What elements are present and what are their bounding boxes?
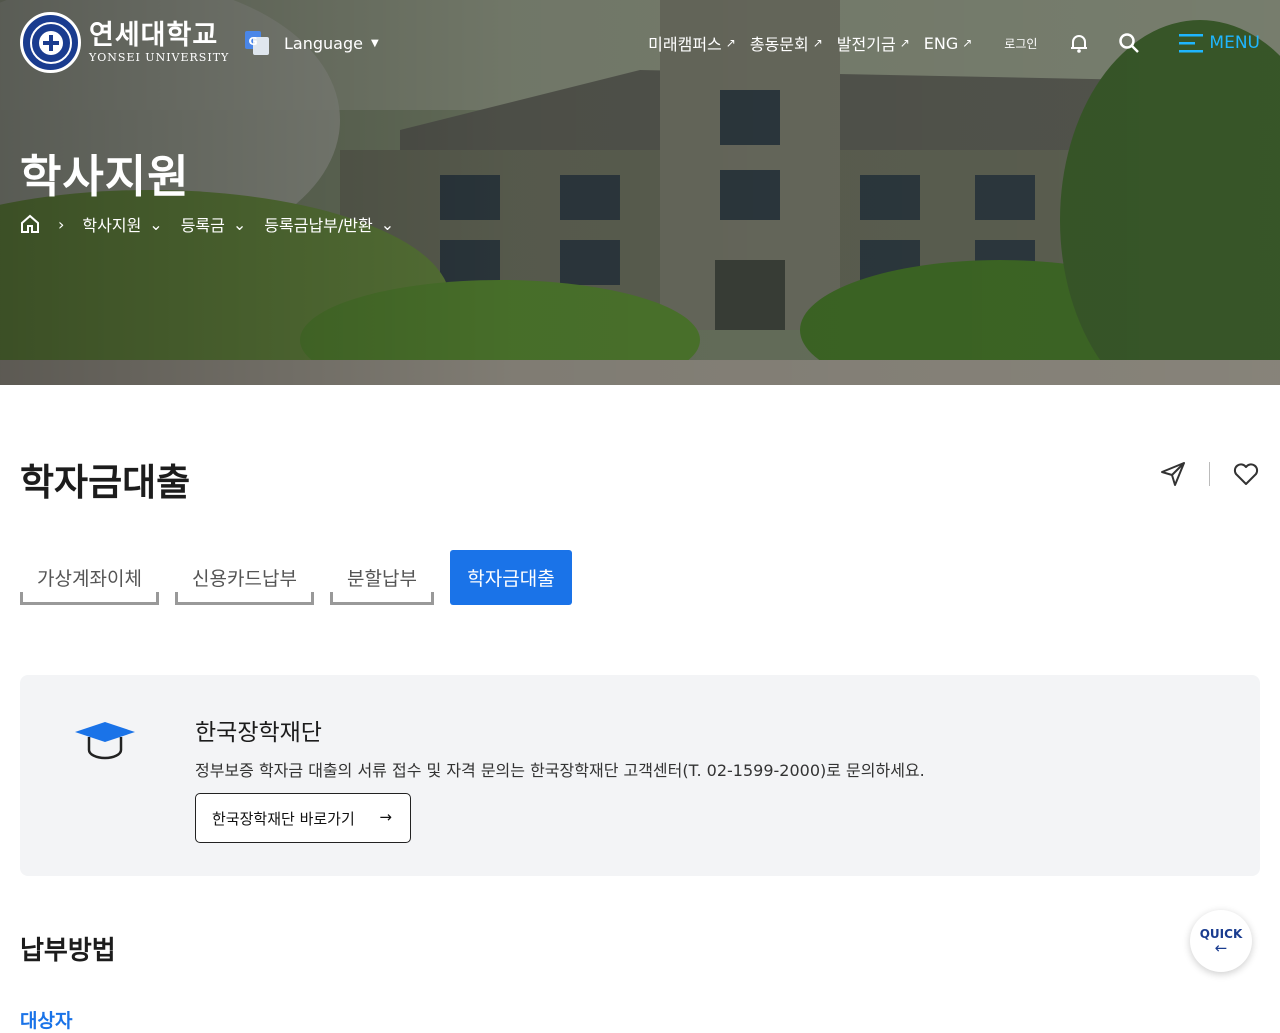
- hamburger-icon: [1179, 34, 1204, 53]
- link-label: 발전기금: [836, 35, 896, 54]
- login-link[interactable]: 로그인: [1004, 35, 1037, 52]
- chevron-right-icon: ›: [58, 214, 65, 234]
- menu-button[interactable]: MENU: [1179, 33, 1260, 53]
- tab-student-loan[interactable]: 학자금대출: [450, 550, 572, 605]
- tab-installment[interactable]: 분할납부: [330, 550, 434, 605]
- hero-banner: 연세대학교 YONSEI UNIVERSITY G Language ▼ 미래캠…: [0, 0, 1280, 385]
- page-actions: [1159, 460, 1260, 488]
- external-arrow-icon: ↗: [962, 36, 973, 50]
- link-development-fund[interactable]: 발전기금 ↗: [837, 31, 910, 55]
- payment-method-heading: 납부방법: [20, 936, 116, 966]
- logo-english-text: YONSEI UNIVERSITY: [89, 50, 230, 64]
- arrow-right-icon: →: [379, 808, 392, 826]
- tab-bar: 가상계좌이체 신용카드납부 분할납부 학자금대출: [20, 550, 588, 605]
- link-label: 미래캠퍼스: [648, 35, 722, 54]
- favorite-heart-icon[interactable]: [1232, 460, 1260, 488]
- kosaf-link-button[interactable]: 한국장학재단 바로가기 →: [195, 793, 411, 843]
- menu-label: MENU: [1209, 33, 1260, 53]
- link-alumni[interactable]: 총동문회 ↗: [750, 31, 823, 55]
- language-label: Language: [284, 33, 363, 53]
- breadcrumb-label: 등록금납부/반환: [264, 216, 373, 235]
- breadcrumb-label: 학사지원: [82, 216, 142, 235]
- university-seal-icon: [20, 12, 81, 73]
- breadcrumb-item-tuition[interactable]: 등록금 ⌄: [181, 212, 247, 236]
- arrow-left-icon: ←: [1214, 939, 1228, 957]
- button-label: 한국장학재단 바로가기: [212, 809, 355, 828]
- section-title: 학사지원: [20, 150, 190, 203]
- breadcrumb-item-academic[interactable]: 학사지원 ⌄: [82, 212, 162, 236]
- university-logo[interactable]: 연세대학교 YONSEI UNIVERSITY: [20, 12, 229, 73]
- chevron-down-icon: ⌄: [232, 214, 247, 234]
- site-header: 연세대학교 YONSEI UNIVERSITY G Language ▼ 미래캠…: [0, 0, 1280, 86]
- share-icon[interactable]: [1159, 460, 1187, 488]
- info-box: 한국장학재단 정부보증 학자금 대출의 서류 접수 및 자격 문의는 한국장학재…: [20, 675, 1260, 876]
- tab-virtual-account[interactable]: 가상계좌이체: [20, 550, 159, 605]
- link-english[interactable]: ENG ↗: [924, 34, 973, 53]
- breadcrumb-item-payment-refund[interactable]: 등록금납부/반환 ⌄: [264, 212, 394, 236]
- breadcrumb: › 학사지원 ⌄ 등록금 ⌄ 등록금납부/반환 ⌄: [20, 212, 412, 236]
- breadcrumb-label: 등록금: [180, 216, 225, 235]
- translate-icon: G: [245, 31, 269, 55]
- info-title: 한국장학재단: [195, 720, 322, 746]
- graduation-cap-icon: [75, 722, 135, 760]
- external-arrow-icon: ↗: [812, 36, 823, 50]
- eligible-heading: 대상자: [20, 1010, 73, 1032]
- home-icon[interactable]: [20, 214, 40, 234]
- link-label: ENG: [923, 33, 959, 53]
- top-navigation: 미래캠퍼스 ↗ 총동문회 ↗ 발전기금 ↗ ENG ↗ 로그인 MENU: [648, 28, 1260, 58]
- language-selector[interactable]: G Language ▼: [244, 30, 379, 56]
- link-future-campus[interactable]: 미래캠퍼스 ↗: [648, 31, 736, 55]
- external-arrow-icon: ↗: [725, 36, 736, 50]
- caret-down-icon: ▼: [370, 37, 379, 49]
- logo-korean-text: 연세대학교: [89, 19, 219, 51]
- link-label: 총동문회: [749, 35, 809, 54]
- svg-text:G: G: [248, 35, 257, 48]
- chevron-down-icon: ⌄: [149, 214, 163, 234]
- page-title: 학자금대출: [20, 461, 191, 504]
- search-icon[interactable]: [1117, 31, 1141, 55]
- notification-bell-icon[interactable]: [1067, 31, 1091, 55]
- divider: [1209, 462, 1210, 486]
- info-description: 정부보증 학자금 대출의 서류 접수 및 자격 문의는 한국장학재단 고객센터(…: [195, 761, 925, 780]
- tab-credit-card[interactable]: 신용카드납부: [175, 550, 314, 605]
- quick-menu-button[interactable]: QUICK ←: [1190, 910, 1252, 972]
- chevron-down-icon: ⌄: [380, 214, 395, 234]
- external-arrow-icon: ↗: [899, 36, 910, 50]
